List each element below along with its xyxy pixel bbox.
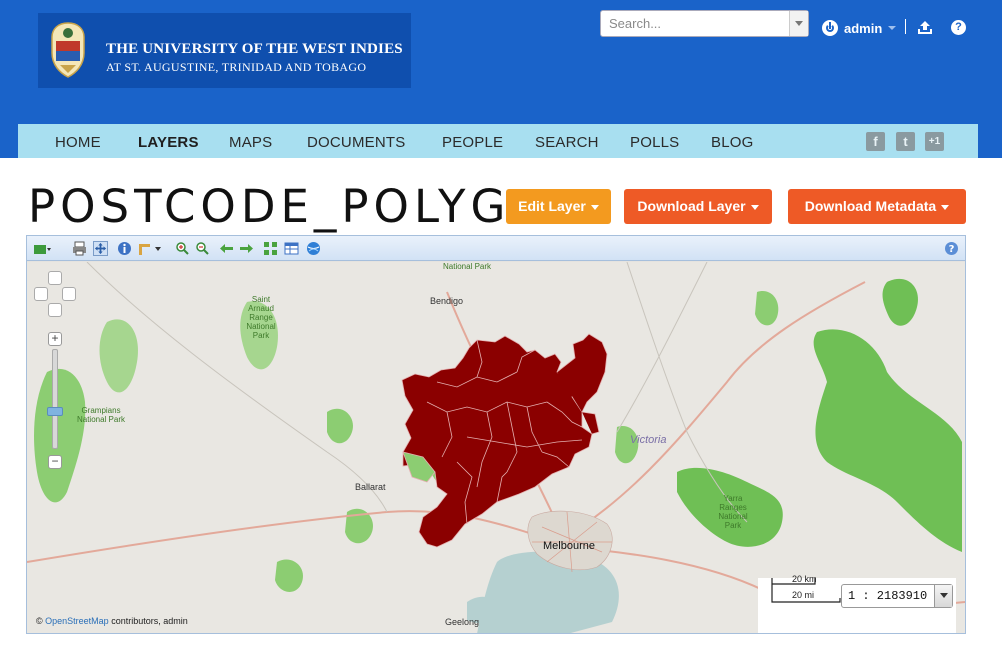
scale-panel: 20 km 20 mi 1 : 2183910 <box>758 574 956 633</box>
map-attribution: © OpenStreetMap contributors, admin <box>36 616 188 626</box>
chevron-down-icon <box>590 204 599 210</box>
edit-layer-label: Edit Layer <box>518 198 586 214</box>
info-icon[interactable] <box>117 241 132 256</box>
chevron-down-icon[interactable] <box>888 26 897 30</box>
map-label-yarra: Yarra Ranges National Park <box>718 494 748 530</box>
back-arrow-icon[interactable] <box>219 241 234 256</box>
attribution-text: contributors, admin <box>111 616 188 626</box>
user-menu[interactable]: admin <box>822 19 897 37</box>
layers-icon[interactable] <box>33 241 51 256</box>
scale-km-label: 20 km <box>792 574 817 584</box>
zoom-out-button[interactable]: − <box>48 455 62 469</box>
download-metadata-button[interactable]: Download Metadata <box>788 189 966 224</box>
map-canvas[interactable]: National Park Bendigo Saint Arnaud Range… <box>27 262 965 633</box>
scale-select[interactable]: 1 : 2183910 <box>841 584 953 608</box>
user-name[interactable]: admin <box>844 21 882 36</box>
download-layer-label: Download Layer <box>637 198 746 214</box>
map-label-ballarat: Ballarat <box>355 482 386 492</box>
pan-up-button[interactable] <box>48 271 62 285</box>
svg-text:?: ? <box>949 244 955 255</box>
nav-item-documents[interactable]: DOCUMENTS <box>307 134 405 151</box>
search-input[interactable] <box>601 11 789 36</box>
nav-item-people[interactable]: PEOPLE <box>442 134 503 151</box>
zoom-slider-track[interactable] <box>52 349 58 449</box>
upload-icon[interactable] <box>917 20 933 35</box>
search-dropdown-button[interactable] <box>789 11 808 36</box>
facebook-icon[interactable]: f <box>866 132 885 151</box>
print-icon[interactable] <box>72 241 87 256</box>
power-icon[interactable] <box>822 20 838 36</box>
map-label-national-park: National Park <box>443 262 492 271</box>
chevron-down-icon[interactable] <box>934 585 952 607</box>
forward-arrow-icon[interactable] <box>239 241 254 256</box>
site-header: THE UNIVERSITY OF THE WEST INDIES AT ST.… <box>0 0 1002 158</box>
search-box <box>600 10 809 37</box>
university-logo-banner[interactable]: THE UNIVERSITY OF THE WEST INDIES AT ST.… <box>38 13 411 88</box>
zoom-slider-thumb[interactable] <box>47 407 63 416</box>
pan-down-button[interactable] <box>48 303 62 317</box>
chevron-down-icon <box>750 204 759 210</box>
scale-ratio-value: 1 : 2183910 <box>848 589 928 603</box>
map-label-bendigo: Bendigo <box>430 296 464 306</box>
chevron-down-icon <box>941 204 950 210</box>
table-icon[interactable] <box>284 241 299 256</box>
download-layer-button[interactable]: Download Layer <box>624 189 772 224</box>
help-icon[interactable]: ? <box>944 241 959 256</box>
nav-item-layers[interactable]: LAYERS <box>138 134 199 151</box>
scale-mi-label: 20 mi <box>792 590 815 600</box>
zoom-in-icon[interactable] <box>175 241 190 256</box>
nav-item-blog[interactable]: BLOG <box>711 134 753 151</box>
map-label-grampians: Grampians National Park <box>76 406 126 424</box>
help-icon[interactable]: ? <box>951 20 966 35</box>
zoom-out-icon[interactable] <box>195 241 210 256</box>
map-label-st-arnaud: Saint Arnaud Range National Park <box>246 295 276 340</box>
nav-item-polls[interactable]: POLLS <box>630 134 679 151</box>
pan-right-button[interactable] <box>62 287 76 301</box>
edit-layer-button[interactable]: Edit Layer <box>506 189 611 224</box>
pan-icon[interactable] <box>93 241 108 256</box>
university-name-line2: AT ST. AUGUSTINE, TRINIDAD AND TOBAGO <box>106 60 367 74</box>
map-toolbar: ? <box>27 236 965 261</box>
google-plus-icon[interactable]: +1 <box>925 132 944 151</box>
download-metadata-label: Download Metadata <box>804 198 937 214</box>
main-nav: HOME LAYERS MAPS DOCUMENTS PEOPLE SEARCH… <box>18 124 978 158</box>
map-viewer: ? National Park Bendigo Saint Arnaud Ran… <box>26 235 966 634</box>
globe-icon[interactable] <box>306 241 321 256</box>
twitter-icon[interactable]: t <box>896 132 915 151</box>
map-label-geelong: Geelong <box>445 617 480 627</box>
nav-item-home[interactable]: HOME <box>55 134 101 151</box>
pan-left-button[interactable] <box>34 287 48 301</box>
openstreetmap-link[interactable]: OpenStreetMap <box>45 616 109 626</box>
map-label-melbourne: Melbourne <box>543 540 595 552</box>
nav-item-search[interactable]: SEARCH <box>535 134 599 151</box>
university-crest-icon <box>51 22 85 78</box>
university-name-line1: THE UNIVERSITY OF THE WEST INDIES <box>106 41 403 57</box>
nav-item-maps[interactable]: MAPS <box>229 134 272 151</box>
zoom-extent-icon[interactable] <box>263 241 278 256</box>
map-label-victoria: Victoria <box>630 434 667 446</box>
page-title: POSTCODE_POLYG <box>28 180 511 233</box>
zoom-in-button[interactable]: + <box>48 332 62 346</box>
measure-icon[interactable] <box>137 241 163 256</box>
copyright-symbol: © <box>36 616 43 626</box>
header-divider <box>905 19 906 34</box>
